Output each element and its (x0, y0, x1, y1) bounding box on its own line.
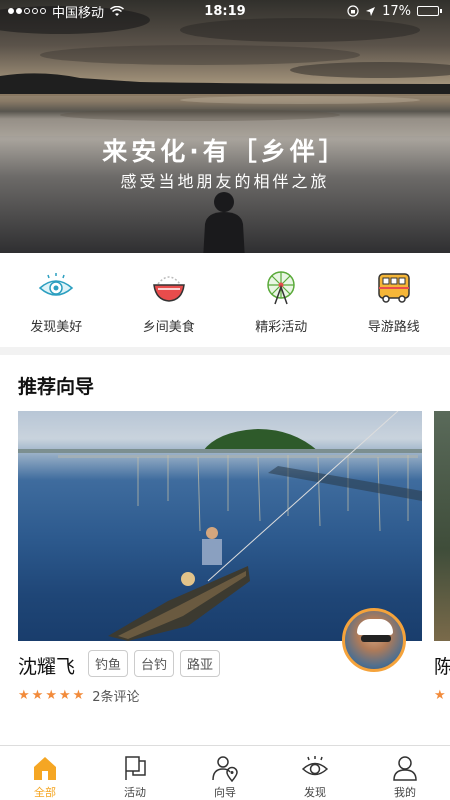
guide-rating: ★ ★ ★ ★ ★ 2条评论 (18, 686, 140, 705)
review-count[interactable]: 2条评论 (92, 686, 139, 705)
tab-label: 发现 (304, 786, 326, 799)
category-label: 导游路线 (367, 320, 420, 335)
category-row: 发现美好 乡间美食 精彩活动 导游路线 (0, 268, 450, 338)
category-label: 乡间美食 (142, 320, 195, 335)
tab-label: 我的 (394, 786, 416, 799)
tab-label: 活动 (124, 786, 146, 799)
star-icon: ★ (45, 688, 57, 703)
clock: 18:19 (204, 3, 246, 19)
star-icon: ★ (58, 688, 71, 703)
carrier-name: 中国移动 (52, 5, 105, 21)
rice-bowl-icon (152, 276, 185, 302)
category-events[interactable]: 精彩活动 (231, 268, 331, 338)
flag-icon (125, 756, 146, 780)
star-icon: ★ (434, 688, 446, 703)
guide-tag[interactable]: 台钓 (134, 650, 175, 677)
signal-strength-icon (8, 8, 46, 14)
battery-icon (417, 6, 442, 16)
tab-guides[interactable]: 向导 (180, 746, 270, 800)
category-label: 发现美好 (30, 320, 83, 335)
person-silhouette (203, 192, 245, 253)
section-divider (0, 347, 450, 355)
category-discover[interactable]: 发现美好 (6, 268, 106, 338)
guide-avatar[interactable] (342, 608, 406, 672)
tab-activities[interactable]: 活动 (90, 746, 180, 800)
eye-icon (301, 756, 329, 776)
guide-tag[interactable]: 路亚 (180, 650, 221, 677)
hero-subtitle: 感受当地朋友的相伴之旅 (120, 172, 330, 191)
guide-card-photo[interactable] (18, 411, 422, 641)
tab-label: 向导 (214, 786, 236, 799)
next-guide-name[interactable]: 陈 (434, 652, 450, 679)
guide-tags: 钓鱼 台钓 路亚 (88, 650, 221, 677)
battery-percent: 17% (382, 3, 411, 19)
category-routes[interactable]: 导游路线 (344, 268, 444, 338)
wifi-icon (110, 5, 124, 16)
tab-discover[interactable]: 发现 (270, 746, 360, 800)
guide-name[interactable]: 沈耀飞 (18, 652, 75, 679)
rotation-lock-icon (347, 5, 359, 17)
lake-fishing-photo (18, 411, 422, 641)
user-icon (393, 756, 417, 781)
bus-icon (378, 273, 410, 303)
star-icon: ★ (72, 688, 85, 703)
star-icon: ★ (18, 688, 30, 703)
status-bar: 中国移动 18:19 17% (0, 0, 450, 22)
avatar-glasses (361, 635, 391, 642)
tab-all[interactable]: 全部 (0, 746, 90, 800)
bottom-tab-bar: 全部 活动 向导 发现 我的 (0, 745, 450, 800)
location-arrow-icon (366, 6, 376, 16)
avatar-cap (357, 619, 393, 635)
ferris-wheel-icon (267, 271, 295, 305)
section-title: 推荐向导 (18, 376, 95, 398)
star-icon: ★ (31, 688, 44, 703)
hero-title: 来安化·有［乡伴］ (102, 137, 348, 166)
eye-icon (39, 273, 74, 296)
next-guide-card-peek[interactable] (434, 411, 450, 641)
hero-banner[interactable]: 来安化·有［乡伴］ 感受当地朋友的相伴之旅 (0, 0, 450, 253)
guide-person-icon (212, 756, 238, 782)
guide-tag[interactable]: 钓鱼 (88, 650, 129, 677)
home-icon (34, 757, 56, 780)
tab-mine[interactable]: 我的 (360, 746, 450, 800)
category-food[interactable]: 乡间美食 (119, 268, 219, 338)
tab-label: 全部 (34, 786, 56, 799)
category-label: 精彩活动 (255, 320, 308, 335)
